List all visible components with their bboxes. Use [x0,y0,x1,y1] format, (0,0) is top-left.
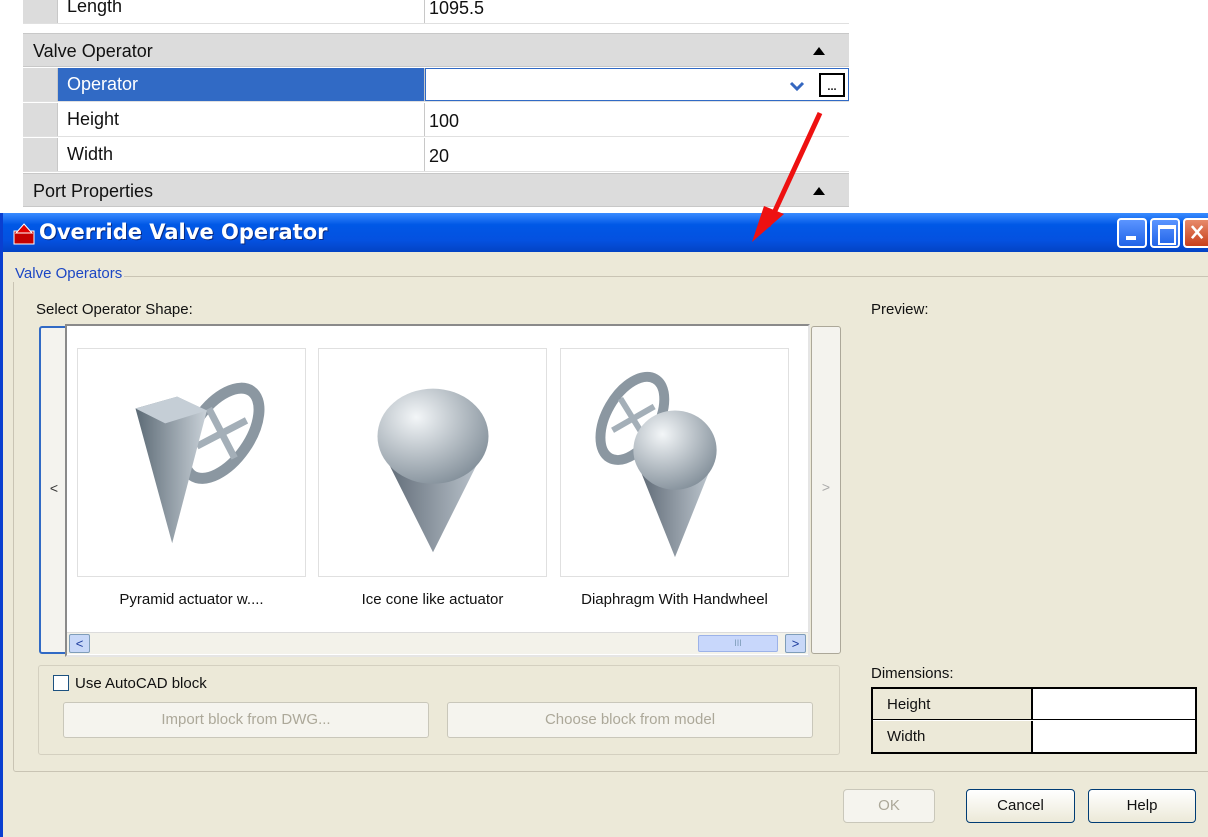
shape-caption: Pyramid actuator w.... [119,591,264,608]
select-shape-label: Select Operator Shape: [36,301,193,318]
chevron-down-icon[interactable] [788,78,806,94]
maximize-button[interactable] [1150,218,1180,248]
minimize-button[interactable] [1117,218,1147,248]
ellipsis-button[interactable]: ... [819,73,845,97]
ellipsis-icon: ... [827,81,837,93]
dimensions-table: Height Width [871,687,1197,754]
group-label: Valve Operators [13,265,125,282]
scroll-thumb[interactable]: III [698,635,778,652]
use-autocad-block-label[interactable]: Use AutoCAD block [75,675,207,692]
close-button[interactable] [1183,218,1208,248]
category-label: Port Properties [33,181,154,201]
help-button[interactable]: Help [1088,789,1196,823]
property-name: Height [58,103,425,136]
shape-caption: Ice cone like actuator [361,591,504,608]
property-row-length[interactable]: Length 1095.5 [23,0,849,24]
property-name: Operator [58,68,425,101]
collapse-triangle-icon[interactable] [813,187,825,195]
app-icon [13,223,35,245]
pyramid-actuator-icon [135,382,265,544]
import-block-button[interactable]: Import block from DWG... [63,702,429,738]
shape-tile-diaphragm[interactable] [560,348,789,577]
shape-tile-pyramid[interactable] [77,348,306,577]
collapse-triangle-icon[interactable] [813,47,825,55]
close-icon [1190,225,1204,240]
gallery-horizontal-scrollbar[interactable]: < III > [67,632,808,654]
dimension-row-width[interactable]: Width [873,721,1195,752]
scroll-right-button[interactable]: > [785,634,806,653]
shape-tile-ice-cone[interactable] [318,348,547,577]
property-value[interactable]: 20 [425,138,849,171]
category-port-properties[interactable]: Port Properties [23,173,849,207]
dialog-title: Override Valve Operator [39,220,328,244]
category-valve-operator[interactable]: Valve Operator [23,33,849,67]
preview-label: Preview: [871,301,929,318]
diaphragm-handwheel-icon [595,371,717,558]
dimension-row-height[interactable]: Height [873,689,1195,720]
gallery-next-button[interactable]: > [811,326,841,654]
title-bar[interactable]: Override Valve Operator [3,213,1208,252]
property-name: Width [58,138,425,171]
property-row-height[interactable]: Height 100 [23,103,849,137]
choose-block-button[interactable]: Choose block from model [447,702,813,738]
use-autocad-block-checkbox[interactable] [53,675,69,691]
property-row-operator[interactable]: Operator ... [23,68,849,102]
dimensions-label: Dimensions: [871,665,954,682]
override-valve-operator-dialog: Override Valve Operator Valve Operators … [0,213,1208,837]
dimension-name: Height [873,689,1033,719]
scroll-left-button[interactable]: < [69,634,90,653]
property-value[interactable]: 100 [425,103,849,136]
property-row-width[interactable]: Width 20 [23,138,849,172]
category-label: Valve Operator [33,41,153,61]
dimension-name: Width [873,721,1033,752]
shape-caption: Diaphragm With Handwheel [581,591,768,608]
property-name: Length [58,0,425,23]
property-value[interactable]: 1095.5 [425,0,849,23]
ice-cone-actuator-icon [377,388,489,553]
ok-button[interactable]: OK [843,789,935,823]
dimension-value[interactable] [1035,721,1195,752]
cancel-button[interactable]: Cancel [966,789,1075,823]
property-grid: Length 1095.5 Valve Operator Operator ..… [23,0,849,210]
dimension-value[interactable] [1035,689,1195,719]
operator-dropdown[interactable]: ... [425,68,849,101]
